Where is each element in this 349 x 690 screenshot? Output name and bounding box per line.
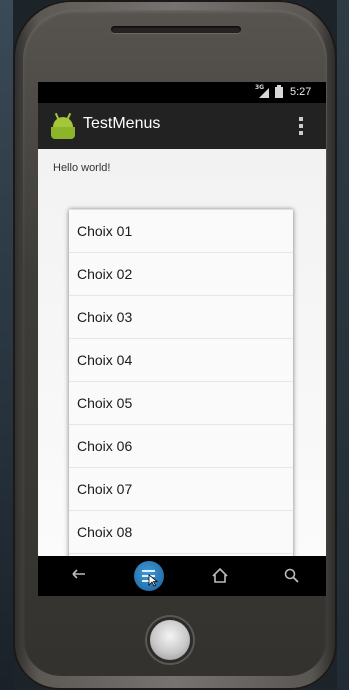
options-menu: Choix 01 Choix 02 Choix 03 Choix 04 Choi… <box>69 209 293 570</box>
home-icon[interactable] <box>206 562 234 590</box>
search-icon[interactable] <box>278 562 306 590</box>
menu-item-choix-06[interactable]: Choix 06 <box>69 425 293 468</box>
status-time: 5:27 <box>290 86 312 98</box>
menu-item-choix-03[interactable]: Choix 03 <box>69 296 293 339</box>
emulator-screen: 3G 5:27 TestMenus Hello world! Choix 01 … <box>38 82 326 596</box>
app-title: TestMenus <box>83 115 161 132</box>
hello-text: Hello world! <box>53 162 111 174</box>
menu-item-choix-08[interactable]: Choix 08 <box>69 511 293 554</box>
menu-item-choix-04[interactable]: Choix 04 <box>69 339 293 382</box>
desktop-background-left <box>0 0 13 690</box>
desktop-background-right <box>337 0 349 690</box>
action-bar: TestMenus <box>38 103 326 150</box>
menu-item-choix-01[interactable]: Choix 01 <box>69 210 293 253</box>
hardware-home-button[interactable] <box>150 620 190 660</box>
menu-item-choix-07[interactable]: Choix 07 <box>69 468 293 511</box>
status-bar: 3G 5:27 <box>38 82 326 103</box>
menu-item-choix-02[interactable]: Choix 02 <box>69 253 293 296</box>
main-content: Hello world! Choix 01 Choix 02 Choix 03 … <box>38 149 326 570</box>
android-app-icon[interactable] <box>51 112 75 139</box>
battery-icon <box>275 85 283 98</box>
overflow-menu-icon[interactable] <box>298 117 304 137</box>
menu-item-choix-05[interactable]: Choix 05 <box>69 382 293 425</box>
back-icon[interactable] <box>65 562 93 590</box>
signal-icon: 3G <box>255 84 269 98</box>
navigation-bar <box>38 556 326 596</box>
menu-icon[interactable] <box>134 561 164 591</box>
earpiece-speaker <box>111 26 241 33</box>
